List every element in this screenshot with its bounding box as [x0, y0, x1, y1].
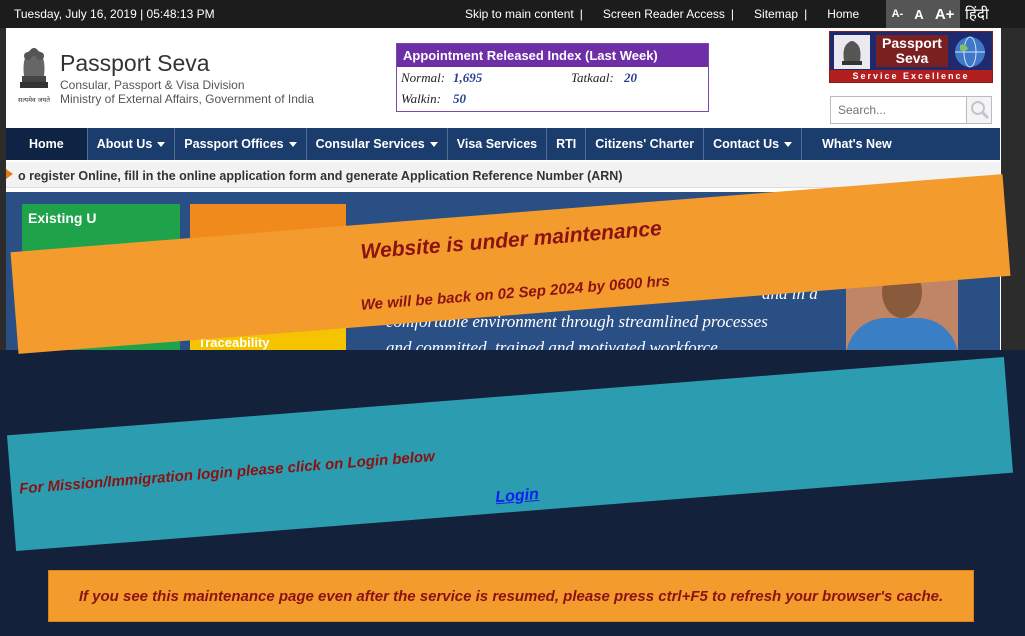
current-datetime: Tuesday, July 16, 2019 | 05:48:13 PM	[14, 7, 215, 21]
search-icon	[971, 101, 990, 120]
tatkaal-value: 20	[624, 70, 637, 85]
font-increase-button[interactable]: A+	[935, 6, 955, 23]
skip-to-main-link[interactable]: Skip to main content	[465, 7, 574, 21]
passport-seva-logo: Passport Seva Service Excellence	[829, 31, 993, 83]
hindi-language-link[interactable]: हिंदी	[965, 4, 989, 24]
nav-item-consular-services[interactable]: Consular Services	[307, 128, 448, 160]
existing-user-tile-label: Existing U	[28, 210, 97, 226]
screen-reader-link[interactable]: Screen Reader Access	[603, 7, 725, 21]
nav-item-contact-us[interactable]: Contact Us	[704, 128, 803, 160]
font-decrease-button[interactable]: A-	[892, 8, 904, 20]
site-subtitle-division: Consular, Passport & Visa Division	[60, 78, 245, 92]
nav-item-label: Citizens' Charter	[595, 137, 695, 151]
sitemap-link[interactable]: Sitemap	[754, 7, 798, 21]
nav-item-passport-offices[interactable]: Passport Offices	[175, 128, 307, 160]
logo-text-line1: Passport	[882, 35, 942, 51]
site-subtitle-ministry: Ministry of External Affairs, Government…	[60, 92, 314, 106]
nav-item-label: Visa Services	[456, 137, 538, 151]
nav-item-label: RTI	[556, 137, 577, 151]
mission-login-instructions: For Mission/Immigration login please cli…	[18, 447, 436, 498]
chevron-down-icon	[429, 141, 438, 147]
logo-text: Passport Seva	[876, 35, 948, 67]
nav-item-visa-services[interactable]: Visa Services	[448, 128, 548, 160]
normal-value: 1,695	[453, 70, 483, 85]
top-links: Skip to main content | Screen Reader Acc…	[465, 7, 865, 21]
search-input[interactable]	[831, 97, 967, 123]
chevron-down-icon	[157, 141, 166, 147]
news-ticker[interactable]: o register Online, fill in the online ap…	[6, 162, 1000, 188]
walkin-value: 50	[453, 91, 466, 106]
chevron-down-icon	[288, 141, 297, 147]
nav-item-label: Contact Us	[713, 137, 780, 151]
top-utility-bar: Tuesday, July 16, 2019 | 05:48:13 PM Ski…	[0, 0, 1025, 28]
national-emblem-icon: सत्यमेव जयते	[18, 48, 50, 104]
nav-item-label: Consular Services	[315, 137, 425, 151]
search-box	[830, 96, 992, 124]
cache-refresh-text: If you see this maintenance page even af…	[78, 587, 944, 605]
main-navigation: Home About Us Passport Offices Consular …	[6, 128, 1000, 160]
font-size-controls: A- A A+	[886, 0, 960, 28]
nav-item-whats-new[interactable]: What's New	[802, 128, 901, 160]
appointment-row-normal-tatkaal: Normal: 1,695 Tatkaal: 20	[397, 67, 708, 88]
nav-item-citizens-charter[interactable]: Citizens' Charter	[586, 128, 705, 160]
cache-refresh-notice: If you see this maintenance page even af…	[48, 570, 974, 622]
chevron-down-icon	[784, 141, 793, 147]
site-title[interactable]: Passport Seva	[60, 50, 210, 77]
emblem-caption: सत्यमेव जयते	[18, 96, 50, 104]
normal-label: Normal:	[401, 70, 446, 85]
top-link-separator: |	[730, 7, 735, 21]
home-link[interactable]: Home	[827, 7, 859, 21]
logo-tagline: Service Excellence	[830, 70, 992, 82]
search-button[interactable]	[966, 97, 991, 123]
nav-item-label: Home	[29, 137, 64, 151]
tatkaal-label: Tatkaal:	[571, 70, 614, 85]
appointment-row-walkin: Walkin: 50	[397, 88, 708, 109]
ticker-arrow-icon	[6, 169, 13, 179]
font-normal-button[interactable]: A	[914, 7, 923, 22]
nav-item-label: What's New	[822, 137, 892, 151]
nav-item-label: About Us	[96, 137, 153, 151]
logo-text-line2: Seva	[895, 50, 929, 66]
login-link[interactable]: Login	[495, 486, 540, 507]
appointment-index-heading: Appointment Released Index (Last Week)	[397, 44, 708, 67]
nav-item-home[interactable]: Home	[6, 128, 88, 160]
nav-item-rti[interactable]: RTI	[547, 128, 587, 160]
top-link-separator: |	[804, 7, 808, 21]
top-link-separator: |	[579, 7, 583, 21]
appointment-index-box: Appointment Released Index (Last Week) N…	[396, 43, 709, 112]
walkin-label: Walkin:	[401, 91, 441, 106]
nav-item-label: Passport Offices	[184, 137, 284, 151]
nav-item-about-us[interactable]: About Us	[88, 128, 176, 160]
maintenance-title: Website is under maintenance	[359, 217, 663, 264]
person-shirt	[846, 318, 958, 352]
globe-icon	[955, 36, 985, 68]
emblem-small-icon	[834, 35, 870, 69]
